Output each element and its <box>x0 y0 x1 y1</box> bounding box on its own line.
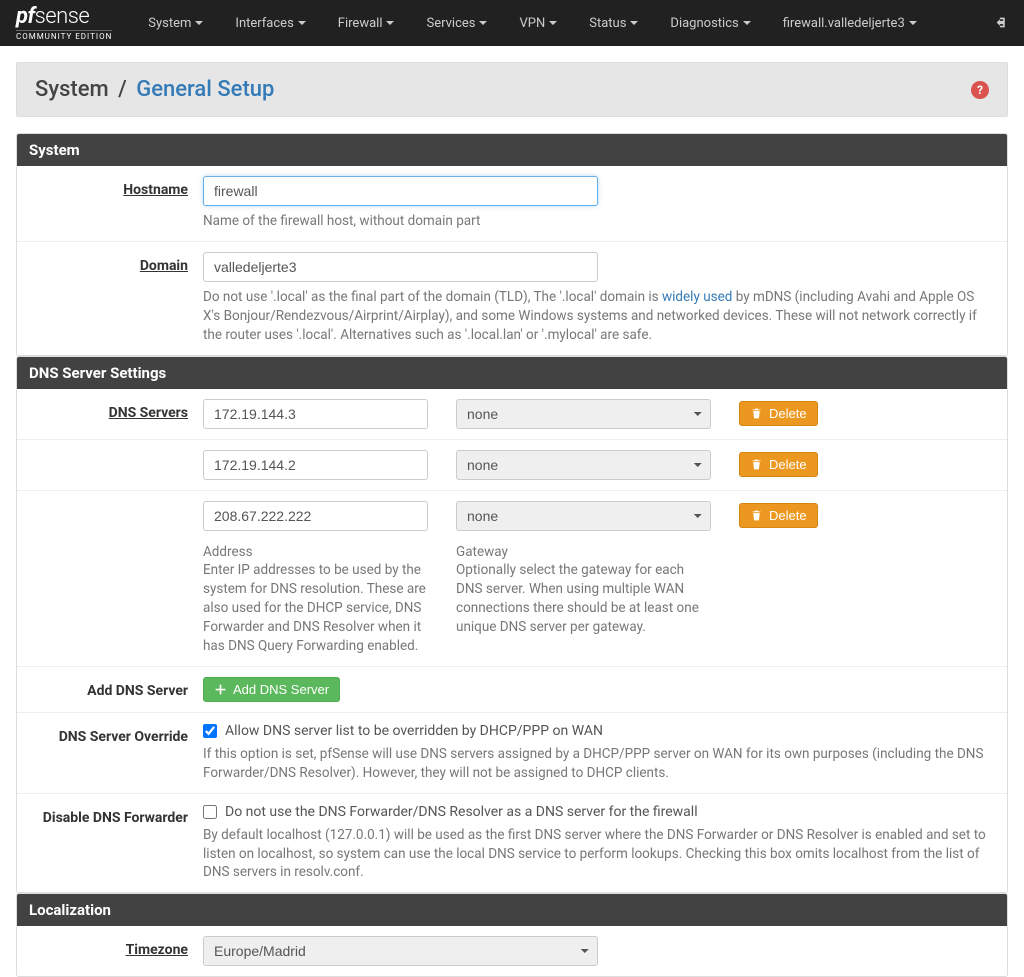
row-timezone: Timezone Europe/Madrid <box>17 926 1007 976</box>
trash-icon <box>750 509 763 522</box>
help-disable-forwarder: By default localhost (127.0.0.1) will be… <box>203 826 992 883</box>
label-disable-forwarder: Disable DNS Forwarder <box>43 810 188 826</box>
dns-override-checkbox[interactable] <box>203 724 217 738</box>
nav-system[interactable]: System <box>132 16 219 31</box>
panel-dns: DNS Server Settings DNS Servers none Del… <box>16 356 1008 894</box>
dns-address-title: Address <box>203 544 253 560</box>
nav-hostname[interactable]: firewall.valledeljerte3 <box>767 16 933 31</box>
panel-dns-heading: DNS Server Settings <box>17 357 1007 389</box>
nav-menu: System Interfaces Firewall Services VPN … <box>132 16 995 31</box>
dns-address-input-1[interactable] <box>203 450 428 480</box>
logout-icon[interactable] <box>995 14 1008 33</box>
row-dns-servers-1: none Delete <box>17 439 1007 490</box>
row-add-dns: Add DNS Server Add DNS Server <box>17 666 1007 712</box>
label-dns-override: DNS Server Override <box>59 729 188 745</box>
nav-firewall[interactable]: Firewall <box>322 16 411 31</box>
brand-edition: COMMUNITY EDITION <box>16 30 112 41</box>
caret-icon <box>298 21 306 25</box>
breadcrumb-root[interactable]: System <box>35 77 109 102</box>
dns-delete-button-2[interactable]: Delete <box>739 503 818 528</box>
caret-icon <box>630 21 638 25</box>
add-dns-server-button[interactable]: Add DNS Server <box>203 677 340 702</box>
caret-icon <box>743 21 751 25</box>
dns-address-input-2[interactable] <box>203 501 428 531</box>
dns-address-help: Enter IP addresses to be used by the sys… <box>203 562 426 654</box>
label-dns-servers: DNS Servers <box>109 405 188 421</box>
row-domain: Domain Do not use '.local' as the final … <box>17 241 1007 355</box>
row-hostname: Hostname Name of the firewall host, with… <box>17 166 1007 241</box>
dns-gateway-help: Optionally select the gateway for each D… <box>456 562 699 635</box>
nav-diagnostics[interactable]: Diagnostics <box>654 16 766 31</box>
hostname-input[interactable] <box>203 176 598 206</box>
disable-forwarder-checkbox[interactable] <box>203 805 217 819</box>
brand-logo[interactable]: pfsense COMMUNITY EDITION <box>16 6 112 41</box>
breadcrumb-page[interactable]: General Setup <box>136 77 274 102</box>
domain-input[interactable] <box>203 252 598 282</box>
dns-gateway-select-0[interactable]: none <box>456 399 711 429</box>
trash-icon <box>750 458 763 471</box>
caret-icon <box>386 21 394 25</box>
breadcrumb: System / General Setup <box>35 77 274 102</box>
row-dns-override: DNS Server Override Allow DNS server lis… <box>17 712 1007 793</box>
help-dns-override: If this option is set, pfSense will use … <box>203 745 992 783</box>
dns-delete-button-0[interactable]: Delete <box>739 401 818 426</box>
row-dns-servers-0: DNS Servers none Delete <box>17 389 1007 439</box>
label-domain: Domain <box>140 258 188 274</box>
caret-icon <box>195 21 203 25</box>
dns-address-input-0[interactable] <box>203 399 428 429</box>
disable-forwarder-checkbox-label: Do not use the DNS Forwarder/DNS Resolve… <box>225 804 698 820</box>
help-hostname: Name of the firewall host, without domai… <box>203 212 992 231</box>
nav-vpn[interactable]: VPN <box>503 16 573 31</box>
trash-icon <box>750 407 763 420</box>
label-timezone: Timezone <box>126 942 188 958</box>
nav-services[interactable]: Services <box>410 16 503 31</box>
label-hostname: Hostname <box>123 182 188 198</box>
panel-system: System Hostname Name of the firewall hos… <box>16 133 1008 356</box>
help-domain: Do not use '.local' as the final part of… <box>203 288 992 345</box>
link-widely-used[interactable]: widely used <box>662 289 732 305</box>
dns-gateway-select-1[interactable]: none <box>456 450 711 480</box>
dns-override-checkbox-label: Allow DNS server list to be overridden b… <box>225 723 603 739</box>
caret-icon <box>909 21 917 25</box>
timezone-select[interactable]: Europe/Madrid <box>203 936 598 966</box>
nav-interfaces[interactable]: Interfaces <box>219 16 321 31</box>
caret-icon <box>479 21 487 25</box>
nav-status[interactable]: Status <box>573 16 654 31</box>
dns-gateway-select-2[interactable]: none <box>456 501 711 531</box>
row-disable-forwarder: Disable DNS Forwarder Do not use the DNS… <box>17 793 1007 893</box>
top-navbar: pfsense COMMUNITY EDITION System Interfa… <box>0 0 1024 46</box>
plus-icon <box>214 683 227 696</box>
page-header: System / General Setup ? <box>16 62 1008 117</box>
caret-icon <box>549 21 557 25</box>
dns-delete-button-1[interactable]: Delete <box>739 452 818 477</box>
help-icon[interactable]: ? <box>971 81 989 99</box>
panel-localization: Localization Timezone Europe/Madrid <box>16 893 1008 977</box>
panel-system-heading: System <box>17 134 1007 166</box>
row-dns-servers-2: none Delete Address Enter IP addresses t… <box>17 490 1007 666</box>
breadcrumb-separator: / <box>118 77 127 102</box>
label-add-dns: Add DNS Server <box>87 683 188 699</box>
panel-localization-heading: Localization <box>17 894 1007 926</box>
dns-gateway-title: Gateway <box>456 544 508 560</box>
